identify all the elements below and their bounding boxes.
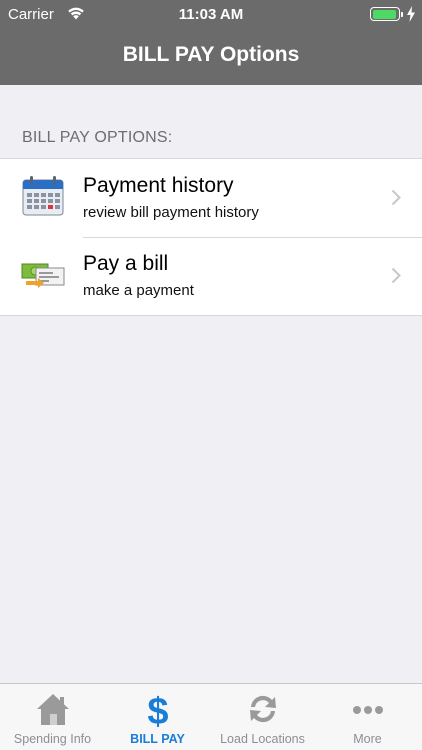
row-subtitle: make a payment <box>83 282 194 299</box>
house-icon <box>36 694 69 725</box>
cash-payment-icon <box>21 263 65 288</box>
status-bar: Carrier 11:03 AM <box>0 0 422 30</box>
tab-bar: Spending Info $ BILL PAY Load Locations … <box>0 683 422 750</box>
charging-bolt-icon <box>407 6 415 22</box>
chevron-right-icon <box>391 189 401 206</box>
tab-spending-info[interactable]: Spending Info <box>0 684 105 750</box>
dollar-icon: $ <box>147 691 168 728</box>
battery-icon <box>370 7 403 21</box>
tab-label: BILL PAY <box>130 732 185 746</box>
svg-text:$: $ <box>147 691 168 728</box>
tab-label: Spending Info <box>13 732 92 746</box>
status-time: 11:03 AM <box>178 6 244 23</box>
chevron-right-icon <box>391 267 401 284</box>
tab-load-locations[interactable]: Load Locations <box>210 684 315 750</box>
payment-history-row[interactable]: Payment history review bill payment hist… <box>0 159 422 237</box>
tab-label: Load Locations <box>220 732 305 746</box>
section-header: BILL PAY OPTIONS: <box>22 129 173 146</box>
top-bar: Carrier 11:03 AM BILL PAY Options <box>0 0 422 85</box>
row-subtitle: review bill payment history <box>83 204 259 221</box>
row-title: Pay a bill <box>83 252 169 275</box>
tab-more[interactable]: More <box>315 684 420 750</box>
calendar-icon <box>22 176 64 216</box>
page-title: BILL PAY Options <box>122 43 300 66</box>
options-list: Payment history review bill payment hist… <box>0 158 422 316</box>
more-icon <box>352 706 383 714</box>
tab-label: More <box>353 732 382 746</box>
row-title: Payment history <box>83 174 234 197</box>
pay-a-bill-row[interactable]: Pay a bill make a payment <box>0 237 422 315</box>
refresh-icon <box>249 695 276 723</box>
tab-bill-pay[interactable]: $ BILL PAY <box>105 684 210 750</box>
